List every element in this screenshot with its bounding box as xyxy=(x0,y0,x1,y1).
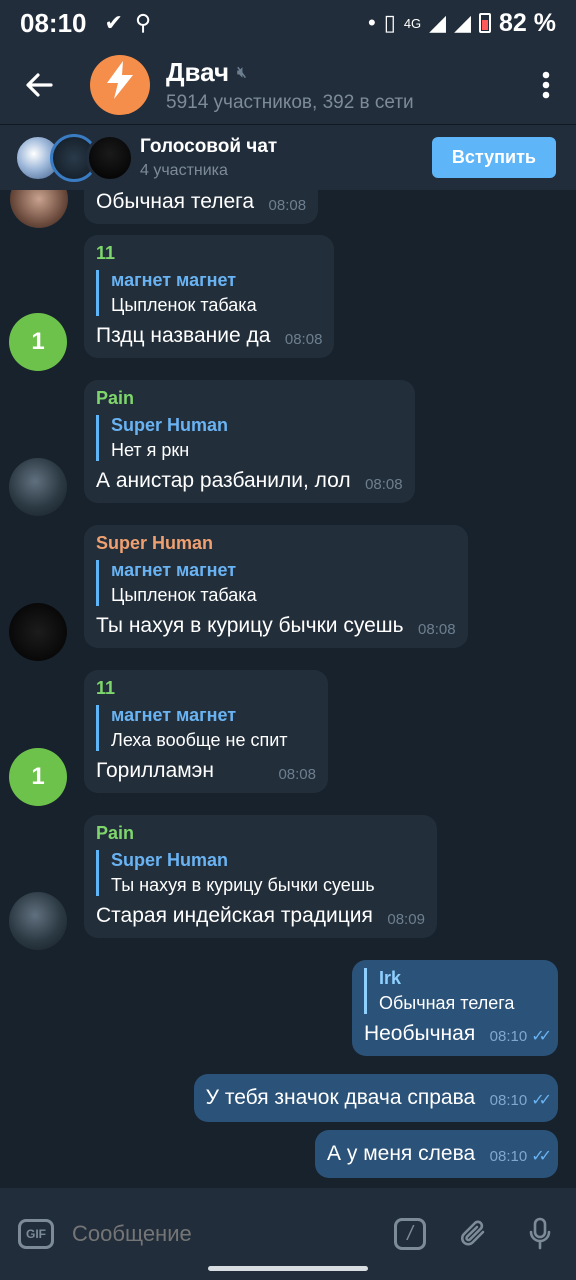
message-time: 08:10 xyxy=(489,1091,528,1109)
dot-icon: • xyxy=(368,10,376,35)
message-bubble[interactable]: Обычная телега 08:08 xyxy=(84,190,319,224)
battery-icon xyxy=(479,13,492,33)
voice-chat-subtitle: 4 участника xyxy=(140,161,228,179)
sender-name[interactable]: Pain xyxy=(96,823,425,844)
double-check-icon: ✓✓ xyxy=(531,1028,552,1045)
reply-author: магнет магнет xyxy=(111,270,237,290)
more-vert-icon[interactable] xyxy=(516,46,576,124)
avatar[interactable]: 1 xyxy=(9,748,67,806)
reply-author: магнет магнет xyxy=(111,560,237,580)
avatar[interactable] xyxy=(9,603,67,661)
join-voice-chat-button[interactable]: Вступить xyxy=(431,137,556,178)
voice-chat-avatars xyxy=(14,133,134,183)
signal-icon-2: ◢ xyxy=(454,10,472,35)
message-text: Старая индейская традиция xyxy=(96,904,373,927)
message-time: 08:10 xyxy=(489,1027,528,1045)
participant-avatar xyxy=(86,133,134,182)
chat-subtitle: 5914 участников, 392 в сети xyxy=(166,91,414,113)
reply-text: Цыпленок табака xyxy=(111,585,257,605)
message-text: Пздц название да xyxy=(96,324,271,347)
sender-name[interactable]: Super Human xyxy=(96,533,456,554)
reply-author: Super Human xyxy=(111,850,229,870)
check-icon: ✔ xyxy=(104,10,123,35)
reply-text: Нет я ркн xyxy=(111,440,190,460)
message-text: Необычная xyxy=(363,1022,476,1045)
reply-quote[interactable]: Super Human Ты нахуя в курицу бычки суеш… xyxy=(96,850,425,896)
gif-icon[interactable]: GIF xyxy=(18,1219,54,1249)
back-arrow-icon[interactable] xyxy=(0,46,78,124)
message-text: Обычная телега xyxy=(96,190,255,213)
microphone-icon[interactable] xyxy=(522,1216,558,1252)
message-bubble[interactable]: Super Human магнет магнет Цыпленок табак… xyxy=(84,525,468,648)
reply-text: Ты нахуя в курицу бычки суешь xyxy=(111,875,375,895)
avatar[interactable] xyxy=(9,892,67,950)
reply-author: магнет магнет xyxy=(111,705,237,725)
message-text: А у меня слева xyxy=(327,1142,476,1165)
signal-icon: ◢ xyxy=(429,10,447,35)
message-input[interactable] xyxy=(72,1221,364,1247)
message-bubble[interactable]: 11 магнет магнет Леха вообще не спит Гор… xyxy=(84,670,328,793)
avatar[interactable] xyxy=(9,458,67,516)
avatar[interactable]: 1 xyxy=(9,313,67,371)
message-time: 08:09 xyxy=(387,911,425,928)
message-time: 08:10 xyxy=(489,1147,528,1165)
message-bubble-outgoing[interactable]: А у меня слева 08:10 ✓✓ xyxy=(315,1130,558,1178)
chat-header: Двач 🔇︎ 5914 участников, 392 в сети xyxy=(0,46,576,124)
network-label: 4G xyxy=(403,15,422,31)
double-check-icon: ✓✓ xyxy=(531,1092,552,1109)
message-bubble-outgoing[interactable]: У тебя значок двача справа 08:10 ✓✓ xyxy=(193,1074,558,1122)
reply-text: Леха вообще не спит xyxy=(111,730,288,750)
avatar-letter: 1 xyxy=(31,763,45,790)
lightning-icon xyxy=(103,59,137,111)
sender-name[interactable]: 11 xyxy=(96,243,322,264)
message-bubble-outgoing[interactable]: Irk Обычная телега Необычная 08:10 ✓✓ xyxy=(351,960,558,1056)
message-time: 08:08 xyxy=(284,331,323,348)
home-indicator[interactable] xyxy=(208,1266,368,1271)
status-bar: 08:10 ✔ ⚲ • ▯ 4G ◢ ◢ 82 % xyxy=(0,0,576,46)
vibrate-icon: ▯ xyxy=(383,10,396,35)
chat-info[interactable]: Двач 🔇︎ 5914 участников, 392 в сети xyxy=(166,57,516,114)
sender-name[interactable]: 11 xyxy=(96,678,316,699)
bot-command-icon[interactable]: / xyxy=(394,1218,426,1250)
message-text: У тебя значок двача справа xyxy=(205,1086,476,1109)
attach-icon[interactable] xyxy=(456,1216,492,1252)
message-time: 08:08 xyxy=(418,621,456,638)
search-icon: ⚲ xyxy=(134,10,152,35)
voice-chat-bar[interactable]: Голосовой чат 4 участника Вступить xyxy=(0,124,576,190)
battery-level: 82 % xyxy=(499,8,556,37)
chat-title: Двач xyxy=(166,56,230,87)
message-time: 08:08 xyxy=(278,766,316,783)
reply-text: Цыпленок табака xyxy=(111,295,257,315)
avatar[interactable] xyxy=(10,190,68,228)
message-bubble[interactable]: 11 магнет магнет Цыпленок табака Пздц на… xyxy=(84,235,335,358)
message-text: Горилламэн xyxy=(96,759,214,782)
reply-quote[interactable]: магнет магнет Цыпленок табака xyxy=(96,270,322,316)
message-bubble[interactable]: Pain Super Human Нет я ркн А анистар раз… xyxy=(84,380,415,503)
message-time: 08:08 xyxy=(268,197,307,214)
group-avatar[interactable] xyxy=(90,55,150,115)
message-text: Ты нахуя в курицу бычки суешь xyxy=(96,614,404,637)
message-text: А анистар разбанили, лол xyxy=(96,469,351,492)
message-bubble[interactable]: Pain Super Human Ты нахуя в курицу бычки… xyxy=(84,815,437,938)
mute-icon: 🔇︎ xyxy=(237,63,247,81)
reply-quote[interactable]: Irk Обычная телега xyxy=(363,968,546,1014)
reply-author: Super Human xyxy=(111,415,229,435)
reply-text: Обычная телега xyxy=(378,993,515,1013)
reply-quote[interactable]: Super Human Нет я ркн xyxy=(96,415,403,461)
sender-name[interactable]: Pain xyxy=(96,388,403,409)
double-check-icon: ✓✓ xyxy=(531,1148,552,1165)
reply-quote[interactable]: магнет магнет Леха вообще не спит xyxy=(96,705,316,751)
avatar-letter: 1 xyxy=(31,328,45,355)
status-time: 08:10 xyxy=(20,7,87,38)
voice-chat-title: Голосовой чат xyxy=(140,135,278,157)
message-time: 08:08 xyxy=(365,476,403,493)
reply-author: Irk xyxy=(378,968,401,988)
reply-quote[interactable]: магнет магнет Цыпленок табака xyxy=(96,560,456,606)
message-list[interactable]: Обычная телега 08:08 1 11 магнет магнет … xyxy=(0,190,576,1188)
